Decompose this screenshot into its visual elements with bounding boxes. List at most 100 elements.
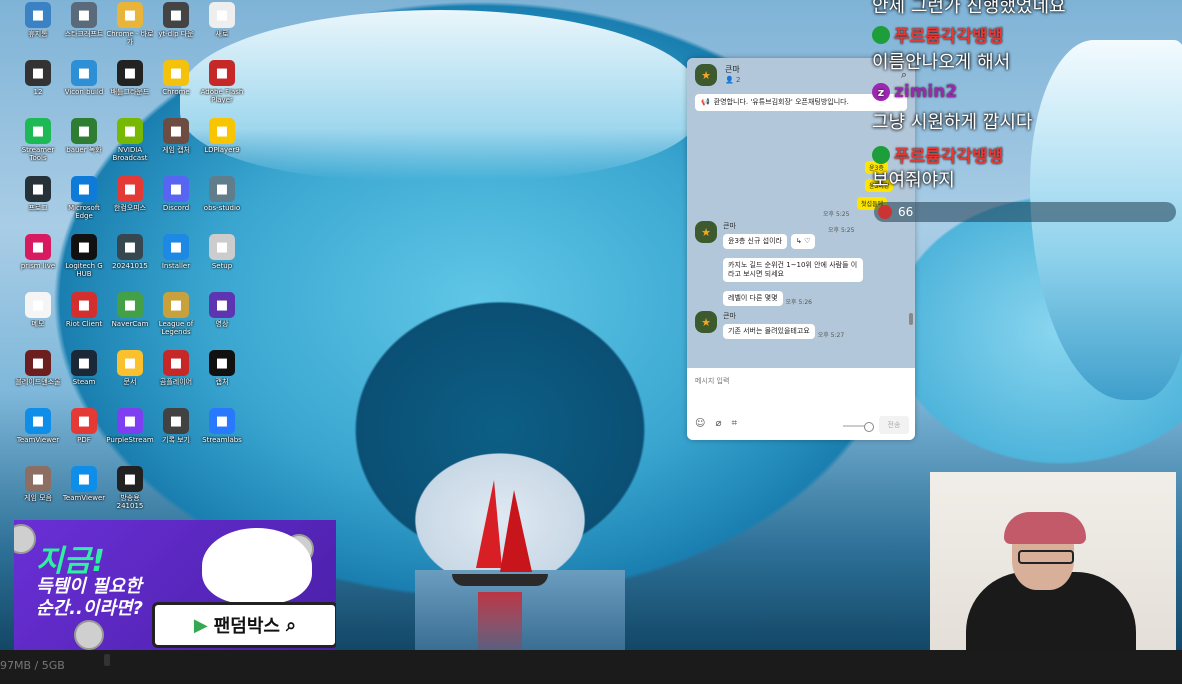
desktop-icon[interactable]: ■ yt-dlp 다운 xyxy=(152,0,200,52)
desktop-icon-label: 문서 xyxy=(123,378,137,386)
ad-subline: 득템이 필요한 순간..이라면? xyxy=(36,576,143,620)
desktop-icon[interactable]: ■ 새로 xyxy=(198,0,246,52)
desktop-icon-label: 방송용 241015 xyxy=(116,494,144,510)
crop-icon[interactable]: ⌗ xyxy=(731,418,737,429)
app-icon: ■ xyxy=(71,60,97,86)
desktop-icon-grid: ■ 휴지통 ■ 스타크래프트 ■ Chrome - 바로가 ■ yt-dlp 다운 ■ 새로 ■ 12… xyxy=(14,0,284,520)
desktop-icon[interactable]: ■ 배틀그라운드 xyxy=(106,58,154,110)
ldplayer-icon: ■ xyxy=(209,118,235,144)
bns-icon: ■ xyxy=(25,350,51,376)
desktop-icon[interactable]: ■ 휴지통 xyxy=(14,0,62,52)
play-store-icon: ▶ xyxy=(193,614,208,636)
desktop-icon[interactable]: ■ LDPlayer9 xyxy=(198,116,246,168)
desktop-icon[interactable]: ■ Steam xyxy=(60,348,108,400)
fandom-box-ad[interactable]: 지금! 득템이 필요한 순간..이라면? ▶ 팬덤박스 ⌕ xyxy=(14,520,336,650)
desktop-icon[interactable]: ■ Streamer Tools xyxy=(14,116,62,168)
reply-like-icons[interactable]: ↳ ♡ xyxy=(790,234,816,249)
overlay-message: 그냥 시원하게 깝시다 xyxy=(872,112,1033,133)
desktop-icon[interactable]: ■ 기록 보기 xyxy=(152,406,200,458)
prism-icon: ■ xyxy=(25,234,51,260)
desktop-icon[interactable]: ■ Chrome - 바로가 xyxy=(106,0,154,52)
message-bubble[interactable]: 윤3층 신규 섭이라 xyxy=(723,234,787,249)
chat-avatar[interactable]: ★ xyxy=(695,64,717,86)
desktop-icon[interactable]: ■ Discord xyxy=(152,174,200,226)
desktop-icon-label: Logitech G HUB xyxy=(65,262,103,278)
player-status-bar: 97MB / 5GB xyxy=(0,650,1182,684)
desktop-icon-label: PurpleStream xyxy=(106,436,154,444)
viewer-count: 66 xyxy=(898,205,914,219)
desktop-icon[interactable]: ■ 게임 캡처 xyxy=(152,116,200,168)
desktop-icon[interactable]: ■ 블레이드앤소울 xyxy=(14,348,62,400)
desktop-icon-label: 12 xyxy=(33,88,43,96)
message-bubble[interactable]: 레벨이 다른 몇몇 xyxy=(723,291,783,306)
desktop-icon[interactable]: ■ Microsoft Edge xyxy=(60,174,108,226)
desktop-icon[interactable]: ■ 방송용 241015 xyxy=(106,464,154,516)
desktop-icon[interactable]: ■ 한컴오피스 xyxy=(106,174,154,226)
desktop-icon[interactable]: ■ Setup xyxy=(198,232,246,284)
desktop-icon[interactable]: ■ Installer xyxy=(152,232,200,284)
sender-avatar[interactable]: ★ xyxy=(695,221,717,243)
purple-icon: ■ xyxy=(117,408,143,434)
video-icon: ■ xyxy=(117,234,143,260)
desktop-icon[interactable]: ■ 메모 xyxy=(14,290,62,342)
desktop-icon[interactable]: ■ prism live xyxy=(14,232,62,284)
steam-icon: ■ xyxy=(71,350,97,376)
message-time: 오후 5:27 xyxy=(817,332,845,339)
desktop-icon[interactable]: ■ NaverCam xyxy=(106,290,154,342)
message-row: 레벨이 다른 몇몇 오후 5:26 xyxy=(723,291,812,306)
message-input[interactable] xyxy=(687,371,903,391)
desktop-icon[interactable]: ■ 영상 xyxy=(198,290,246,342)
progress-marker[interactable] xyxy=(104,654,110,666)
message-bubble[interactable]: 기존 서버는 몰려있을테고요 xyxy=(723,324,815,339)
desktop-icon[interactable]: ■ Logitech G HUB xyxy=(60,232,108,284)
desktop-icon[interactable]: ■ bauer 녹화 xyxy=(60,116,108,168)
docs-icon: ■ xyxy=(117,350,143,376)
opacity-slider[interactable] xyxy=(843,422,874,432)
desktop-icon[interactable]: ■ 스타크래프트 xyxy=(60,0,108,52)
desktop-icon[interactable]: ■ League of Legends xyxy=(152,290,200,342)
attach-icon[interactable]: ⌀ xyxy=(715,418,721,429)
emoji-icon[interactable]: ☺ xyxy=(695,418,705,429)
coin-decoration xyxy=(14,524,36,554)
message-bubble[interactable]: 카지노 길드 순위건 1~10위 안에 사람들 이라고 보시면 되세요 xyxy=(723,258,863,282)
message-time: 오후 5:26 xyxy=(785,299,812,306)
desktop-icon[interactable]: ■ 프로그 xyxy=(14,174,62,226)
chat-scrollbar[interactable] xyxy=(909,313,913,325)
desktop-icon[interactable]: ■ PDF xyxy=(60,406,108,458)
desktop-icon[interactable]: ■ Riot Client xyxy=(60,290,108,342)
desktop-icon[interactable]: ■ 곰플레이어 xyxy=(152,348,200,400)
search-icon: ⌕ xyxy=(286,614,297,636)
fandom-box-button[interactable]: ▶ 팬덤박스 ⌕ xyxy=(152,602,336,648)
desktop-icon[interactable]: ■ 12 xyxy=(14,58,62,110)
edge-icon: ■ xyxy=(71,176,97,202)
desktop-icon[interactable]: ■ 캡처 xyxy=(198,348,246,400)
desktop-icon-label: Vicon build xyxy=(64,88,104,96)
desktop-icon-label: 곰플레이어 xyxy=(159,378,193,386)
desktop-icon[interactable]: ■ 게임 모음 xyxy=(14,464,62,516)
sender-avatar[interactable]: ★ xyxy=(695,311,717,333)
desktop-icon-label: Setup xyxy=(211,262,233,270)
desktop-icon[interactable]: ■ TeamViewer xyxy=(14,406,62,458)
webcam-feed xyxy=(930,472,1176,650)
desktop-icon[interactable]: ■ obs-studio xyxy=(198,174,246,226)
file-icon: ■ xyxy=(163,2,189,28)
desktop-icon[interactable]: ■ NVIDIA Broadcast xyxy=(106,116,154,168)
desktop-icon[interactable]: ■ TeamViewer xyxy=(60,464,108,516)
desktop-icon[interactable]: ■ 문서 xyxy=(106,348,154,400)
desktop-icon-label: Chrome xyxy=(162,88,190,96)
desktop-icon[interactable]: ■ PurpleStream xyxy=(106,406,154,458)
compose-tools: ☺ ⌀ ⌗ xyxy=(695,418,737,429)
recycle-bin-icon: ■ xyxy=(25,2,51,28)
red-sail-front xyxy=(476,480,502,568)
compose-area: ☺ ⌀ ⌗ 전송 xyxy=(687,368,915,440)
send-button[interactable]: 전송 xyxy=(879,416,909,434)
ad-headline: 지금! xyxy=(36,544,105,579)
lol-icon: ■ xyxy=(163,292,189,318)
desktop-icon[interactable]: ■ Streamlabs xyxy=(198,406,246,458)
desktop-icon[interactable]: ■ Vicon build xyxy=(60,58,108,110)
desktop-icon-label: 배틀그라운드 xyxy=(110,88,150,96)
desktop-icon[interactable]: ■ Adobe Flash Player xyxy=(198,58,246,110)
desktop-icon[interactable]: ■ 20241015 xyxy=(106,232,154,284)
overlay-user: z zimin2 xyxy=(872,82,957,102)
desktop-icon[interactable]: ■ Chrome xyxy=(152,58,200,110)
